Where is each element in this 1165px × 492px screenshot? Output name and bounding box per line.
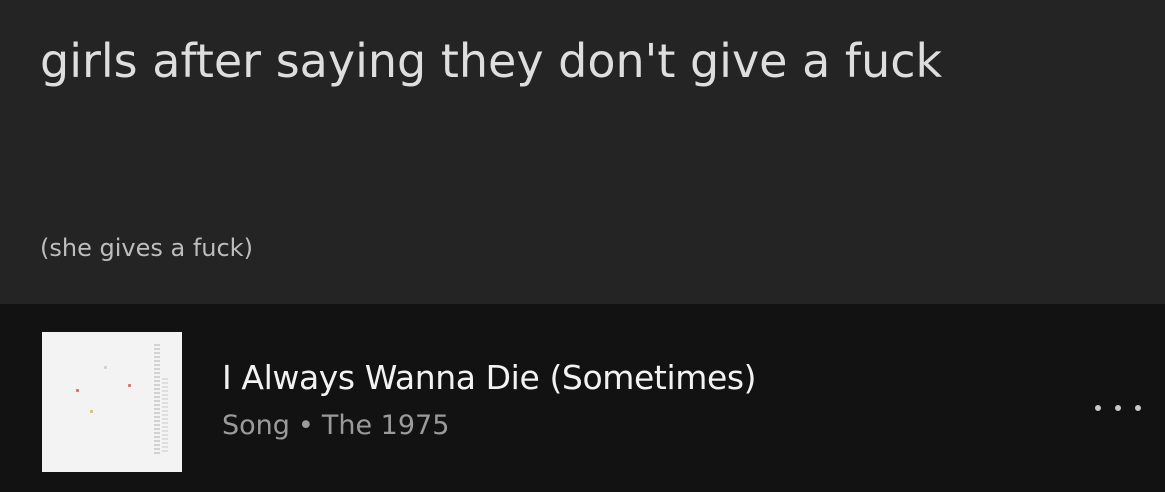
- album-art-dot: [128, 384, 131, 387]
- meta-separator: •: [297, 410, 314, 441]
- album-art-dot: [104, 366, 107, 369]
- more-options-button[interactable]: [1090, 388, 1146, 428]
- post-title: girls after saying they don't give a fuc…: [40, 34, 943, 88]
- track-row[interactable]: I Always Wanna Die (Sometimes) Song • The …: [0, 304, 1165, 492]
- track-type: Song: [222, 410, 290, 441]
- track-artist[interactable]: The 1975: [322, 410, 450, 441]
- more-options-icon: [1095, 405, 1101, 411]
- album-art: [42, 332, 182, 472]
- post-card: girls after saying they don't give a fuc…: [0, 0, 1165, 304]
- track-info[interactable]: I Always Wanna Die (Sometimes) Song • The …: [222, 354, 757, 448]
- post-subtitle: (she gives a fuck): [40, 234, 253, 262]
- more-options-icon: [1135, 405, 1141, 411]
- album-art-dot: [90, 410, 93, 413]
- more-options-icon: [1115, 405, 1121, 411]
- album-art-spine: [154, 344, 160, 454]
- album-art-dot: [76, 389, 79, 392]
- album-art-spine: [162, 378, 168, 452]
- track-meta: Song • The 1975: [222, 404, 756, 448]
- track-title[interactable]: I Always Wanna Die (Sometimes): [222, 354, 757, 402]
